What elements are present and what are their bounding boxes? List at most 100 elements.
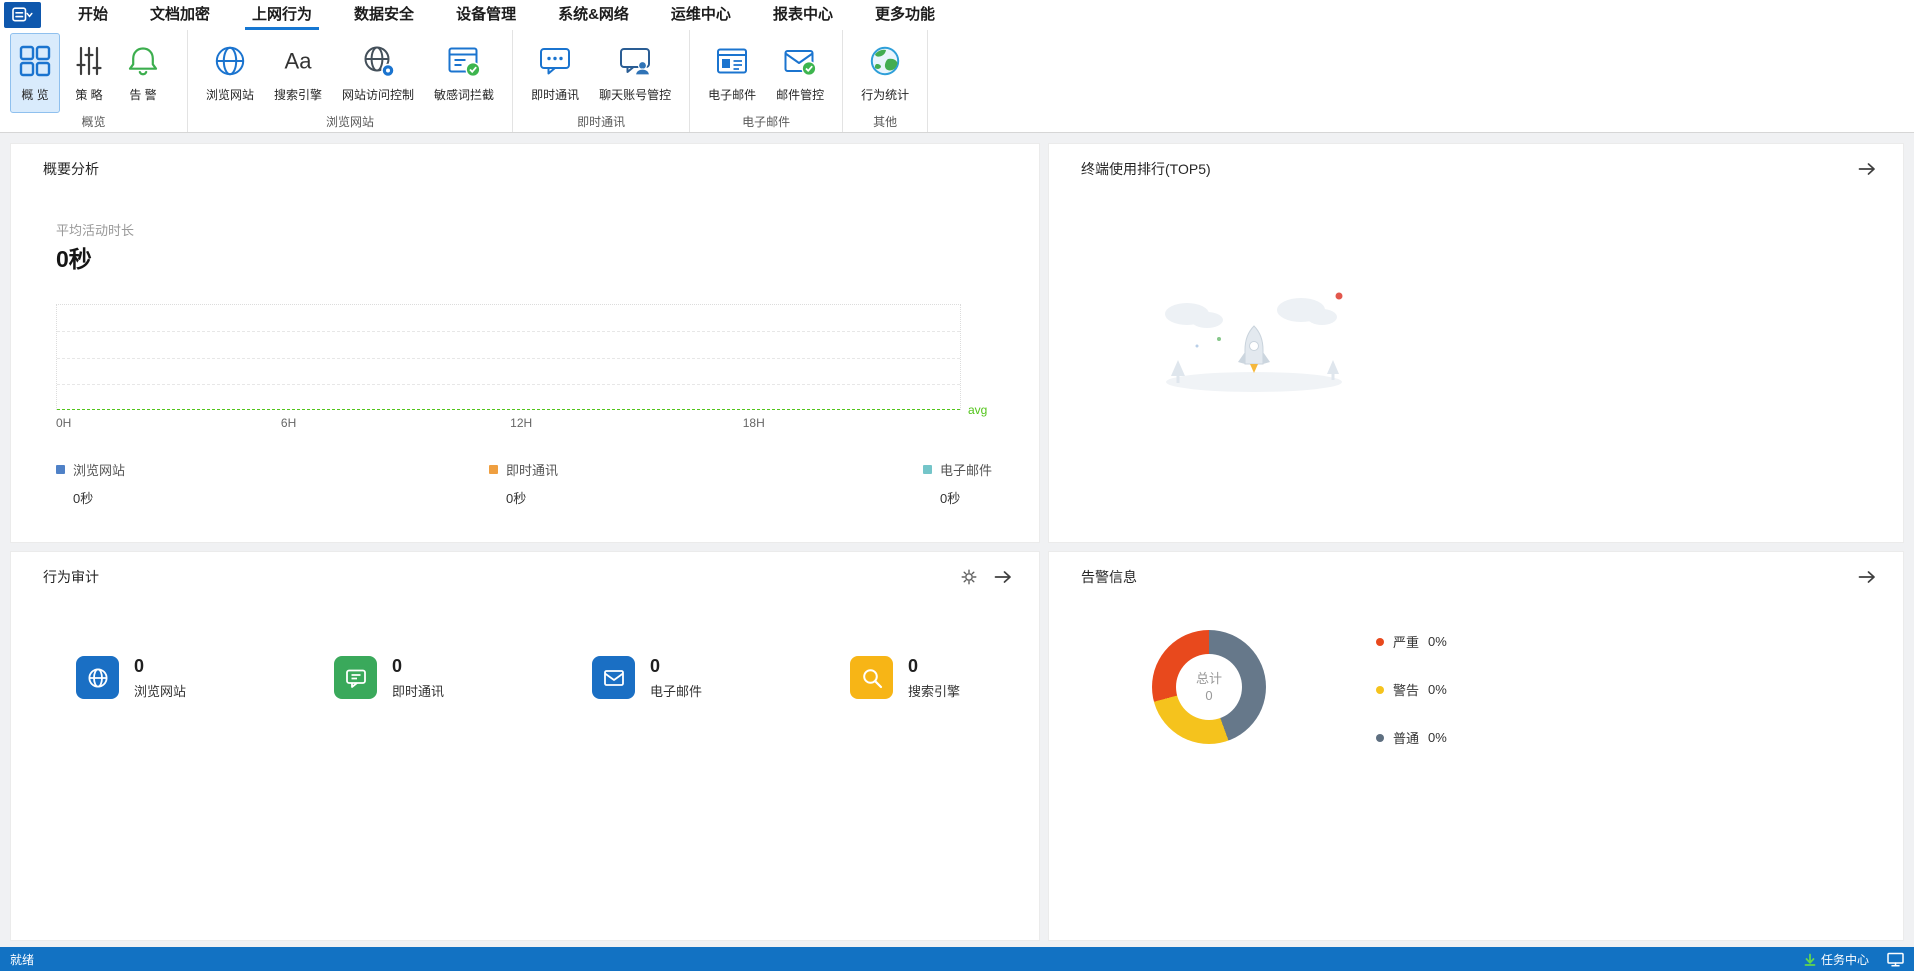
activity-line-chart: avg xyxy=(56,304,987,417)
ribbon-group-email: 电子邮件 邮件管控 电子邮件 xyxy=(690,30,844,132)
ribbon-item-overview[interactable]: 概 览 xyxy=(10,33,60,113)
stat-instant-message[interactable]: 0 即时通讯 xyxy=(334,656,444,700)
behavior-audit-card: 行为审计 0 浏览网站 0 即时通讯 0 电子邮件 0 搜索引擎 xyxy=(10,551,1040,941)
search-engine-icon: Aa xyxy=(281,39,315,83)
legend-item-instant-message[interactable]: 即时通讯 0秒 xyxy=(489,460,558,507)
legend-label: 严重 xyxy=(1393,635,1420,650)
legend-value: 0秒 xyxy=(506,491,527,506)
ribbon-item-website-access-control[interactable]: 网站访问控制 xyxy=(334,33,422,113)
legend-value: 0秒 xyxy=(73,491,94,506)
card-title: 告警信息 xyxy=(1081,569,1137,585)
avg-dashed-line xyxy=(57,409,960,410)
legend-dot xyxy=(1376,637,1384,646)
legend-value: 0秒 xyxy=(940,491,961,506)
dashboard-content: 概要分析 平均活动时长 0秒 avg 0H 6H 12H 18H 浏览网站 0秒 xyxy=(0,133,1914,947)
alarm-info-card: 告警信息 总计 0 严重 0% 警告 0% 普通 0% xyxy=(1048,551,1904,941)
statusbar: 就绪 任务中心 xyxy=(0,947,1914,971)
legend-label: 浏览网站 xyxy=(73,463,126,478)
ribbon-item-browse-website[interactable]: 浏览网站 xyxy=(198,33,262,113)
alarm-legend-warning: 警告 0% xyxy=(1376,680,1447,699)
ribbon: 概 览 策 略 告 警 概览 浏览网站 Aa 搜索引擎 网站访问控制 敏感词拦截… xyxy=(0,30,1914,133)
menu-item-start[interactable]: 开始 xyxy=(57,0,129,30)
ribbon-item-policy[interactable]: 策 略 xyxy=(64,33,114,113)
alarm-legend-normal: 普通 0% xyxy=(1376,728,1447,747)
alarm-donut: 总计 0 xyxy=(1152,630,1266,744)
monitor-icon[interactable] xyxy=(1887,952,1904,967)
ranking-more-button[interactable] xyxy=(1857,159,1877,179)
ribbon-item-search-engine[interactable]: Aa 搜索引擎 xyxy=(266,33,330,113)
task-center-button[interactable]: 任务中心 xyxy=(1804,951,1869,968)
audit-settings-button[interactable] xyxy=(959,567,979,587)
website-access-control-icon xyxy=(361,39,395,83)
stat-label: 浏览网站 xyxy=(134,684,187,699)
menu-item-doc-encrypt[interactable]: 文档加密 xyxy=(129,0,231,30)
stat-label: 电子邮件 xyxy=(650,684,703,699)
stat-value: 0 xyxy=(908,656,919,676)
x-tick: 6H xyxy=(280,416,297,430)
avg-activity-value: 0秒 xyxy=(56,246,92,272)
gear-icon xyxy=(961,569,977,585)
status-ready-text: 就绪 xyxy=(10,952,35,967)
ribbon-item-label: 概 览 xyxy=(21,88,49,102)
app-menu-button[interactable] xyxy=(4,2,41,28)
ribbon-group-label: 其他 xyxy=(873,115,898,129)
stat-search-engine[interactable]: 0 搜索引擎 xyxy=(850,656,960,700)
stat-value: 0 xyxy=(134,656,145,676)
audit-more-button[interactable] xyxy=(993,567,1013,587)
legend-item-email[interactable]: 电子邮件 0秒 xyxy=(923,460,992,507)
ribbon-item-email-control[interactable]: 邮件管控 xyxy=(768,33,832,113)
chart-legend: 浏览网站 0秒 即时通讯 0秒 电子邮件 0秒 xyxy=(56,460,1001,520)
chart-gridline xyxy=(57,331,960,332)
menu-item-report-center[interactable]: 报表中心 xyxy=(752,0,854,30)
ribbon-item-email[interactable]: 电子邮件 xyxy=(700,33,764,113)
ribbon-item-instant-message[interactable]: 即时通讯 xyxy=(523,33,587,113)
alarm-legend-critical: 严重 0% xyxy=(1376,632,1447,651)
legend-item-browse-website[interactable]: 浏览网站 0秒 xyxy=(56,460,125,507)
ribbon-item-label: 网站访问控制 xyxy=(342,88,415,102)
instant-message-icon xyxy=(538,39,572,83)
ribbon-item-label: 电子邮件 xyxy=(708,88,757,102)
email-icon xyxy=(715,39,749,83)
menu-item-system-network[interactable]: 系统&网络 xyxy=(537,0,650,30)
donut-center-label: 总计 xyxy=(1195,671,1222,686)
stat-label: 搜索引擎 xyxy=(908,684,961,699)
ribbon-item-label: 行为统计 xyxy=(861,88,910,102)
legend-label: 普通 xyxy=(1393,731,1420,746)
ribbon-item-alarm[interactable]: 告 警 xyxy=(118,33,168,113)
card-title: 概要分析 xyxy=(43,161,99,177)
search-stat-icon xyxy=(850,656,893,699)
menu-item-net-behavior[interactable]: 上网行为 xyxy=(231,0,333,30)
alarm-donut-center: 总计 0 xyxy=(1176,654,1242,720)
alarm-more-button[interactable] xyxy=(1857,567,1877,587)
chat-stat-icon xyxy=(334,656,377,699)
menubar: 开始 文档加密 上网行为 数据安全 设备管理 系统&网络 运维中心 报表中心 更… xyxy=(0,0,1914,30)
stat-email[interactable]: 0 电子邮件 xyxy=(592,656,702,700)
alarm-bell-icon xyxy=(126,39,160,83)
menu-item-more-features[interactable]: 更多功能 xyxy=(854,0,956,30)
menu-item-data-security[interactable]: 数据安全 xyxy=(333,0,435,30)
task-center-label: 任务中心 xyxy=(1820,952,1869,967)
legend-label: 电子邮件 xyxy=(940,463,993,478)
ribbon-item-behavior-stats[interactable]: 行为统计 xyxy=(853,33,917,113)
legend-dot xyxy=(1376,733,1384,742)
stat-browse-website[interactable]: 0 浏览网站 xyxy=(76,656,186,700)
ribbon-item-label: 即时通讯 xyxy=(531,88,580,102)
x-tick: 12H xyxy=(510,416,533,430)
legend-label: 警告 xyxy=(1393,683,1420,698)
ribbon-group-label: 浏览网站 xyxy=(326,115,375,129)
alarm-legend: 严重 0% 警告 0% 普通 0% xyxy=(1376,632,1447,747)
ribbon-item-label: 告 警 xyxy=(129,88,157,102)
menu-item-ops-center[interactable]: 运维中心 xyxy=(650,0,752,30)
menu-item-device-mgmt[interactable]: 设备管理 xyxy=(435,0,537,30)
legend-percent: 0% xyxy=(1428,730,1447,745)
mail-stat-icon xyxy=(592,656,635,699)
legend-swatch xyxy=(923,465,932,474)
download-arrow-icon xyxy=(1804,953,1816,966)
ribbon-item-label: 搜索引擎 xyxy=(274,88,323,102)
ribbon-item-sensitive-word-block[interactable]: 敏感词拦截 xyxy=(426,33,502,113)
ribbon-group-browse-website: 浏览网站 Aa 搜索引擎 网站访问控制 敏感词拦截 浏览网站 xyxy=(188,30,514,132)
ribbon-group-label: 即时通讯 xyxy=(577,115,626,129)
donut-center-value: 0 xyxy=(1205,688,1213,703)
ribbon-item-chat-account-control[interactable]: 聊天账号管控 xyxy=(591,33,679,113)
ribbon-item-label: 敏感词拦截 xyxy=(434,88,495,102)
